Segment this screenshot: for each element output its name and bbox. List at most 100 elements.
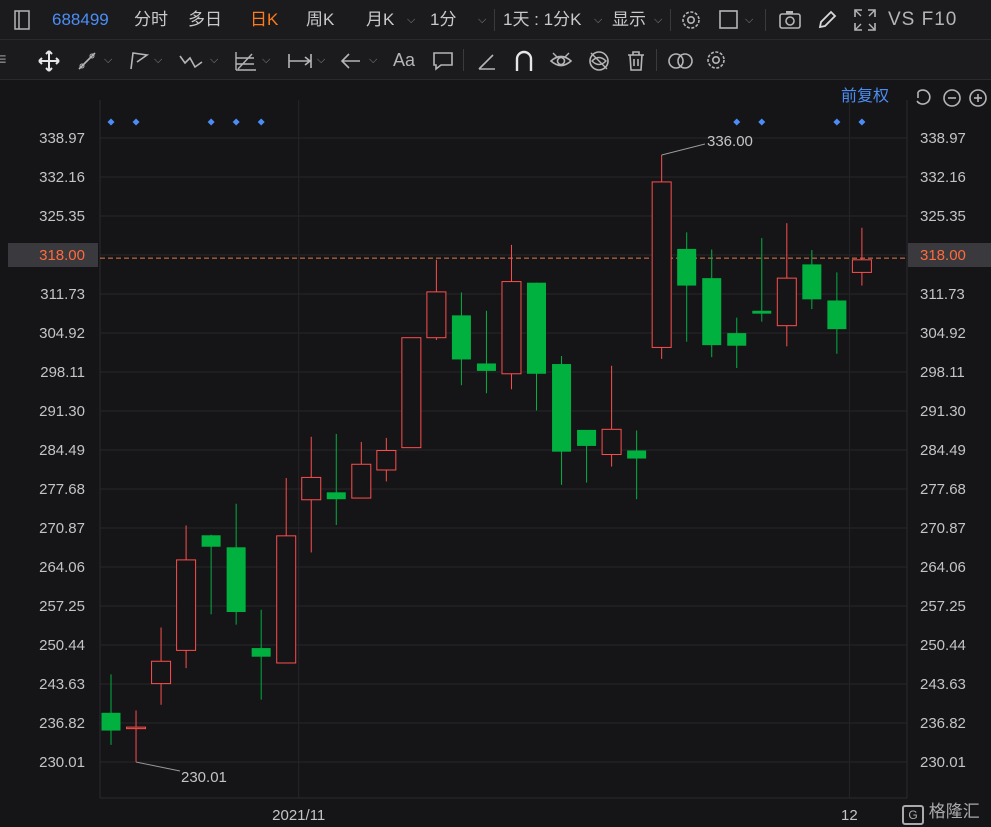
chevron-down-icon[interactable]: ⌵ <box>654 14 662 27</box>
eye-icon[interactable] <box>549 49 573 73</box>
period-tab-multiday[interactable]: 多日 <box>188 11 222 28</box>
period-tab-intraday[interactable]: 分时 <box>134 11 168 28</box>
y-tick-label-right: 277.68 <box>920 481 966 498</box>
low-annotation-label: 230.01 <box>181 769 227 786</box>
display-menu[interactable]: 显示 <box>612 11 646 28</box>
square-icon[interactable] <box>718 9 740 31</box>
magnet-icon[interactable] <box>513 49 535 73</box>
comment-icon[interactable] <box>432 50 454 72</box>
chevron-down-icon[interactable]: ⌵ <box>369 54 377 67</box>
y-tick-label-right: 250.44 <box>920 637 966 654</box>
chevron-down-icon[interactable]: ⌵ <box>745 14 753 27</box>
candle-body <box>851 259 872 273</box>
chevron-down-icon[interactable]: ⌵ <box>407 14 415 27</box>
trash-icon[interactable] <box>625 49 647 73</box>
x-tick-label: 2021/11 <box>272 807 325 824</box>
y-tick-label-left: 236.82 <box>39 715 85 732</box>
y-tick-label-right: 270.87 <box>920 520 966 537</box>
gear-icon[interactable] <box>680 9 702 31</box>
candle-body <box>677 248 697 286</box>
menu-icon[interactable]: ≡ <box>0 50 7 68</box>
y-tick-label-left: 284.49 <box>39 442 85 459</box>
y-tick-label-left: 332.16 <box>39 169 85 186</box>
pencil-icon[interactable] <box>816 9 838 31</box>
y-tick-label-left: 291.30 <box>39 403 85 420</box>
period-tab-minute[interactable]: 1分 <box>430 11 456 28</box>
zoom-out-icon[interactable] <box>942 88 962 108</box>
line-icon[interactable] <box>76 50 98 72</box>
period-tab-daily[interactable]: 日K <box>250 11 278 28</box>
event-marker <box>758 118 766 126</box>
y-tick-label-right: 311.73 <box>920 286 965 303</box>
chevron-down-icon[interactable]: ⌵ <box>154 54 162 67</box>
y-tick-label-right: 236.82 <box>920 715 966 732</box>
high-annotation-label: 336.00 <box>707 133 753 150</box>
event-marker <box>207 118 215 126</box>
y-tick-label-right: 332.16 <box>920 169 966 186</box>
y-tick-label-right: 304.92 <box>920 325 966 342</box>
compare-icon[interactable] <box>667 50 695 72</box>
candle-body <box>651 181 672 348</box>
y-tick-label-left: 277.68 <box>39 481 85 498</box>
low-annotation-leader <box>135 761 181 772</box>
candle-body <box>702 278 722 346</box>
candle-body <box>776 277 797 327</box>
y-tick-label-left: 264.06 <box>39 559 85 576</box>
y-tick-label-left: 270.87 <box>39 520 85 537</box>
chevron-down-icon[interactable]: ⌵ <box>104 54 112 67</box>
text-icon[interactable]: Aa <box>393 51 415 69</box>
stock-symbol[interactable]: 688499 <box>52 11 109 28</box>
chevron-down-icon[interactable]: ⌵ <box>478 14 486 27</box>
divider <box>463 49 464 71</box>
measure-icon[interactable] <box>287 52 313 70</box>
logo-icon: G <box>902 805 924 825</box>
watermark: G 格隆汇 <box>902 797 980 825</box>
ruler-icon[interactable] <box>476 50 498 72</box>
wave-icon[interactable] <box>178 50 204 72</box>
candle-body <box>527 282 547 374</box>
candle-body <box>451 315 471 360</box>
range-select[interactable]: 1天 : 1分K <box>503 11 581 28</box>
y-tick-label-right: 291.30 <box>920 403 966 420</box>
y-tick-label-left: 257.25 <box>39 598 85 615</box>
panel-toggle-icon[interactable] <box>14 10 30 30</box>
y-tick-label-left: 230.01 <box>39 754 85 771</box>
candle-body <box>301 476 322 501</box>
candle-body <box>201 535 221 547</box>
top-toolbar: 688499 分时 多日 日K 周K 月K ⌵ 1分 ⌵ 1天 : 1分K ⌵ … <box>0 0 991 40</box>
event-marker <box>107 118 115 126</box>
candle-body <box>577 429 597 446</box>
period-tab-weekly[interactable]: 周K <box>306 11 334 28</box>
chevron-down-icon[interactable]: ⌵ <box>210 54 218 67</box>
candle-body <box>226 547 246 613</box>
hide-icon[interactable] <box>587 49 611 73</box>
chevron-down-icon[interactable]: ⌵ <box>262 54 270 67</box>
watermark-text: 格隆汇 <box>928 802 980 821</box>
settings-icon[interactable] <box>705 49 727 71</box>
period-tab-monthly[interactable]: 月K <box>366 11 394 28</box>
fullscreen-icon[interactable] <box>853 8 877 32</box>
arrow-icon[interactable] <box>340 51 362 71</box>
vs-f10-button[interactable]: VS F10 <box>888 10 957 29</box>
price-adjust-button[interactable]: 前复权 <box>841 89 889 105</box>
y-tick-label-left: 325.35 <box>39 208 85 225</box>
x-tick-label: 12 <box>841 807 858 824</box>
candle-body <box>126 726 147 730</box>
candle-body <box>476 363 496 371</box>
y-tick-label-right: 298.11 <box>920 364 965 381</box>
camera-icon[interactable] <box>778 9 802 31</box>
chevron-down-icon[interactable]: ⌵ <box>594 14 602 27</box>
zoom-in-icon[interactable] <box>968 88 988 108</box>
y-tick-label-left: 298.11 <box>40 364 85 381</box>
move-icon[interactable] <box>37 49 61 73</box>
reset-icon[interactable] <box>913 88 933 108</box>
y-tick-label-left: 243.63 <box>39 676 85 693</box>
y-tick-label-left: 304.92 <box>39 325 85 342</box>
polyline-icon[interactable] <box>128 50 150 72</box>
chevron-down-icon[interactable]: ⌵ <box>317 54 325 67</box>
y-tick-label-right: 264.06 <box>920 559 966 576</box>
y-tick-label-left: 250.44 <box>39 637 85 654</box>
fibonacci-icon[interactable] <box>234 50 258 72</box>
candlestick-chart[interactable]: 338.97 338.97 332.16 332.16 325.35 325.35 318.… <box>0 80 991 827</box>
candle-body <box>251 648 271 657</box>
